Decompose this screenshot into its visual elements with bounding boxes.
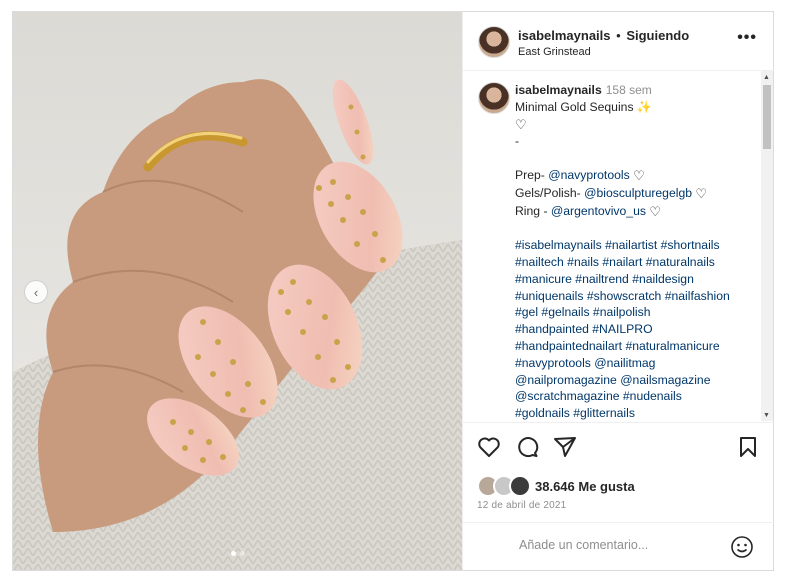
mention-link[interactable]: @navyprotools: [548, 168, 629, 182]
avatar[interactable]: [478, 82, 510, 114]
location-link[interactable]: East Grinstead: [518, 46, 591, 58]
caption-time[interactable]: 158 sem: [606, 83, 652, 97]
hashtag-line[interactable]: #gel #gelnails #nailpolish: [515, 304, 757, 321]
separator-dot: •: [616, 28, 621, 43]
caption-title: Minimal Gold Sequins ✨: [515, 99, 653, 114]
hashtag-line[interactable]: #manicure #nailtrend #naildesign: [515, 271, 757, 288]
hashtag-line[interactable]: #isabelmaynails #nailartist #shortnails: [515, 237, 757, 254]
caption-dot: -: [515, 134, 520, 149]
like-heart-icon[interactable]: [477, 436, 501, 458]
hashtag-line[interactable]: #navyprotools @nailitmag: [515, 355, 757, 372]
carousel-dot: [240, 551, 245, 556]
credit-prefix: Prep-: [515, 167, 549, 182]
post-side-panel: isabelmaynails • Siguiendo East Grinstea…: [462, 12, 774, 570]
carousel-dots: [231, 551, 245, 556]
post-date[interactable]: 12 de abril de 2021: [477, 500, 566, 511]
heart-emoji-icon: ♡: [633, 167, 645, 183]
avatar[interactable]: [478, 26, 510, 58]
caption-username[interactable]: isabelmaynails: [515, 83, 602, 97]
hashtag-line[interactable]: #uniquenails #showscratch #nailfashion: [515, 288, 757, 305]
emoji-icon[interactable]: [730, 535, 754, 559]
credit-prefix: Gels/Polish-: [515, 185, 585, 200]
credit-line: Prep- @navyprotools ♡: [515, 167, 757, 185]
mention-link[interactable]: @argentovivo_us: [551, 204, 646, 218]
comment-icon[interactable]: [515, 436, 539, 458]
hashtag-line[interactable]: #handpaintednailart #naturalmanicure: [515, 338, 757, 355]
post-modal: ‹ isabelmaynails • Siguiendo East Grinst…: [12, 11, 774, 571]
carousel-prev-button[interactable]: ‹: [24, 280, 48, 304]
post-actions: 38.646 Me gusta 12 de abril de 2021: [463, 422, 774, 523]
following-button[interactable]: Siguiendo: [626, 28, 689, 43]
header-username[interactable]: isabelmaynails: [518, 28, 611, 43]
credit-prefix: Ring -: [515, 203, 551, 218]
likes-row: 38.646 Me gusta: [477, 475, 635, 497]
liker-avatar[interactable]: [509, 475, 531, 497]
caption-blank: [515, 150, 757, 167]
heart-emoji-icon: ♡: [695, 185, 708, 201]
hashtag-line[interactable]: @scratchmagazine #nudenails: [515, 388, 757, 405]
hashtag-line[interactable]: @nailpromagazine @nailsmagazine: [515, 372, 757, 389]
credit-line: Ring - @argentovivo_us ♡: [515, 203, 757, 221]
caption: isabelmaynails 158 sem Minimal Gold Sequi…: [515, 82, 757, 421]
comments-area[interactable]: isabelmaynails 158 sem Minimal Gold Sequi…: [463, 71, 774, 421]
add-comment-bar[interactable]: Añade un comentario...: [463, 522, 774, 571]
scroll-up-icon[interactable]: ▲: [763, 74, 770, 81]
caption-heart-line: ♡: [515, 116, 757, 134]
heart-emoji-icon: ♡: [649, 203, 661, 219]
scroll-down-icon[interactable]: ▼: [763, 412, 770, 419]
nail-art-photo: [13, 12, 462, 570]
carousel-prev-icon: ‹: [33, 284, 39, 300]
comment-input[interactable]: Añade un comentario...: [519, 538, 648, 552]
header-username-row: isabelmaynails • Siguiendo: [518, 28, 689, 43]
save-bookmark-icon[interactable]: [738, 436, 758, 458]
hashtag-line[interactable]: #nailtech #nails #nailart #naturalnails: [515, 254, 757, 271]
mention-link[interactable]: @biosculpturegelgb: [584, 186, 692, 200]
credit-line: Gels/Polish- @biosculpturegelgb ♡: [515, 185, 757, 203]
likes-count[interactable]: 38.646 Me gusta: [535, 479, 635, 494]
more-options-icon[interactable]: •••: [737, 29, 757, 47]
scrollbar-thumb[interactable]: [763, 85, 771, 149]
hashtag-line[interactable]: #handpainted #NAILPRO: [515, 321, 757, 338]
post-image[interactable]: ‹: [13, 12, 462, 570]
caption-header: isabelmaynails 158 sem: [515, 82, 757, 99]
hashtag-line[interactable]: #goldnails #glitternails: [515, 405, 757, 421]
caption-blank: [515, 220, 757, 237]
post-header: isabelmaynails • Siguiendo East Grinstea…: [463, 12, 774, 71]
comments-scrollbar[interactable]: ▲ ▼: [761, 71, 773, 421]
share-icon[interactable]: [553, 436, 577, 458]
carousel-dot: [231, 551, 236, 556]
heart-emoji-icon: ♡: [515, 116, 527, 132]
